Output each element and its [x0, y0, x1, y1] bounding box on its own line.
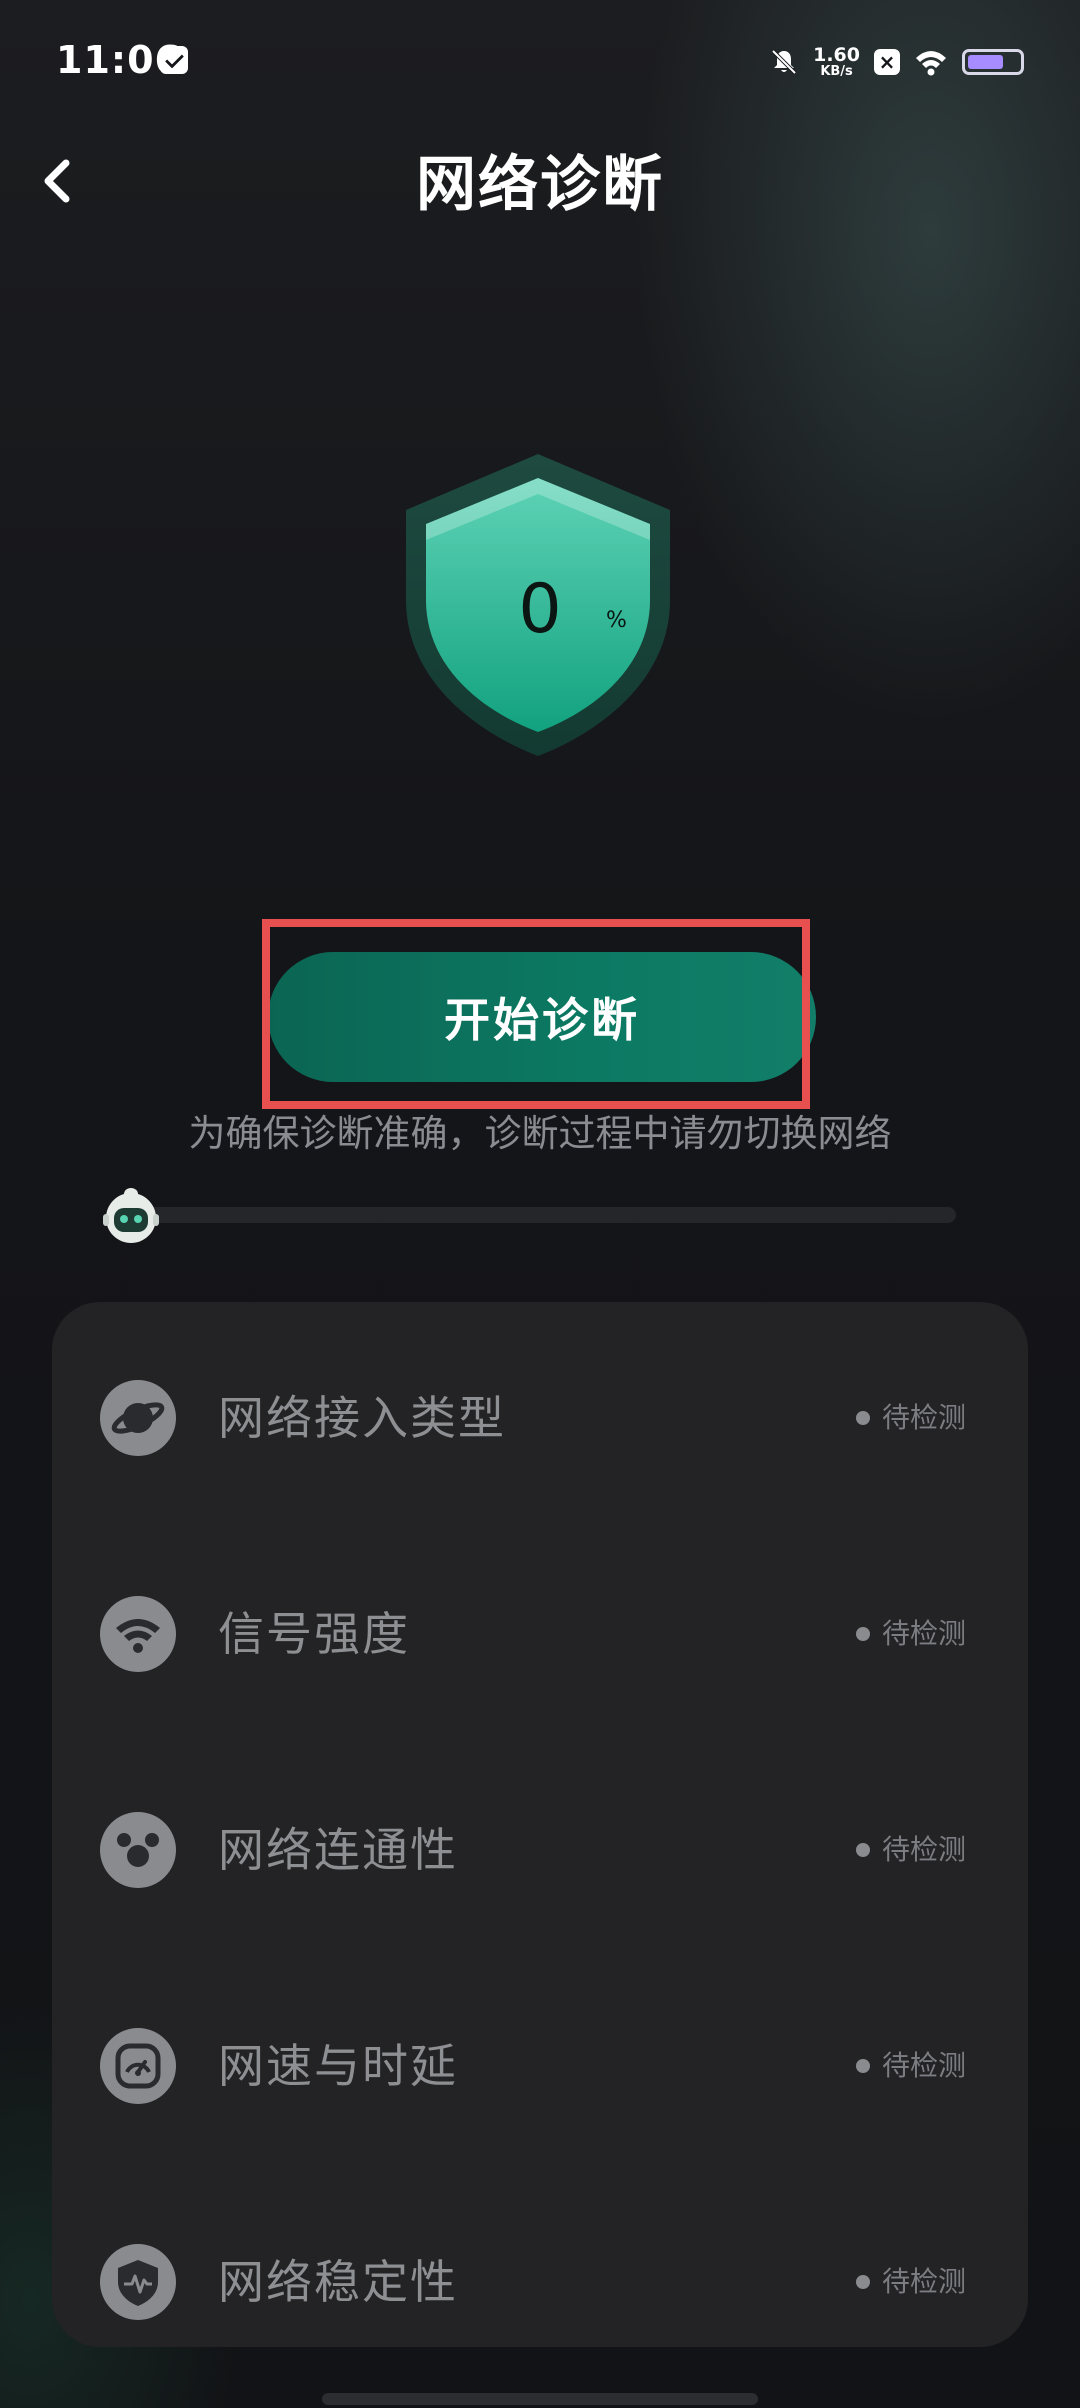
check-item-label: 网络稳定性 [218, 2255, 458, 2309]
check-item-access-type: 网络接入类型 待检测 [52, 1358, 1028, 1478]
check-item-status: 待检测 [855, 2262, 966, 2302]
check-item-speed-latency: 网速与时延 待检测 [52, 2006, 1028, 2126]
check-item-status-text: 待检测 [881, 1401, 966, 1434]
diagnosis-percent-value: 0 [518, 570, 562, 649]
network-speed-unit: KB/s [820, 64, 853, 79]
page-title: 网络诊断 [416, 150, 664, 220]
check-item-stability: 网络稳定性 待检测 [52, 2222, 1028, 2342]
battery-icon [962, 49, 1024, 75]
check-item-status: 待检测 [855, 1398, 966, 1438]
status-dot [855, 2275, 870, 2289]
bell-muted-icon [769, 47, 799, 77]
home-indicator[interactable] [322, 2393, 758, 2405]
check-item-connectivity: 网络连通性 待检测 [52, 1790, 1028, 1910]
check-item-label: 网速与时延 [218, 2039, 458, 2093]
x-close-icon: × [874, 49, 900, 75]
planet-icon [100, 1380, 176, 1456]
speedometer-icon [100, 2028, 176, 2104]
hint-text: 为确保诊断准确，诊断过程中请勿切换网络 [188, 1112, 892, 1155]
check-item-label: 信号强度 [218, 1607, 410, 1661]
status-bar: 11:06 1.60 KB/s × [0, 0, 1080, 120]
wifi-signal-icon [100, 1596, 176, 1672]
diagnosis-percent-unit: % [606, 608, 627, 633]
check-item-label: 网络连通性 [218, 1823, 458, 1877]
checks-card: 网络接入类型 待检测 信号强度 待检测 网络连通性 待检测 网速与时延 待检测 … [52, 1302, 1028, 2347]
check-item-signal: 信号强度 待检测 [52, 1574, 1028, 1694]
network-speed: 1.60 KB/s [813, 44, 860, 79]
shield-pulse-icon [100, 2244, 176, 2320]
check-item-status-text: 待检测 [881, 1617, 966, 1650]
status-dot [855, 1843, 870, 1857]
status-icons: 1.60 KB/s × [769, 42, 1024, 82]
status-dot [855, 2059, 870, 2073]
check-item-label: 网络接入类型 [218, 1391, 506, 1445]
check-item-status: 待检测 [855, 2046, 966, 2086]
network-speed-value: 1.60 [813, 44, 860, 66]
robot-icon [100, 1186, 162, 1244]
battery-level [968, 55, 1003, 69]
connectivity-icon [100, 1812, 176, 1888]
status-dot [855, 1411, 870, 1425]
mail-notification-icon [160, 46, 188, 74]
status-dot [855, 1627, 870, 1641]
screen: 11:06 1.60 KB/s × 网络诊断 0 % 开始诊断 为确保诊断准确，… [0, 0, 1080, 2408]
progress-track [120, 1207, 956, 1223]
check-item-status: 待检测 [855, 1830, 966, 1870]
wifi-icon [914, 48, 948, 76]
check-item-status: 待检测 [855, 1614, 966, 1654]
highlight-box [262, 919, 810, 1109]
check-item-status-text: 待检测 [881, 2049, 966, 2082]
check-item-status-text: 待检测 [881, 2265, 966, 2298]
check-item-status-text: 待检测 [881, 1833, 966, 1866]
